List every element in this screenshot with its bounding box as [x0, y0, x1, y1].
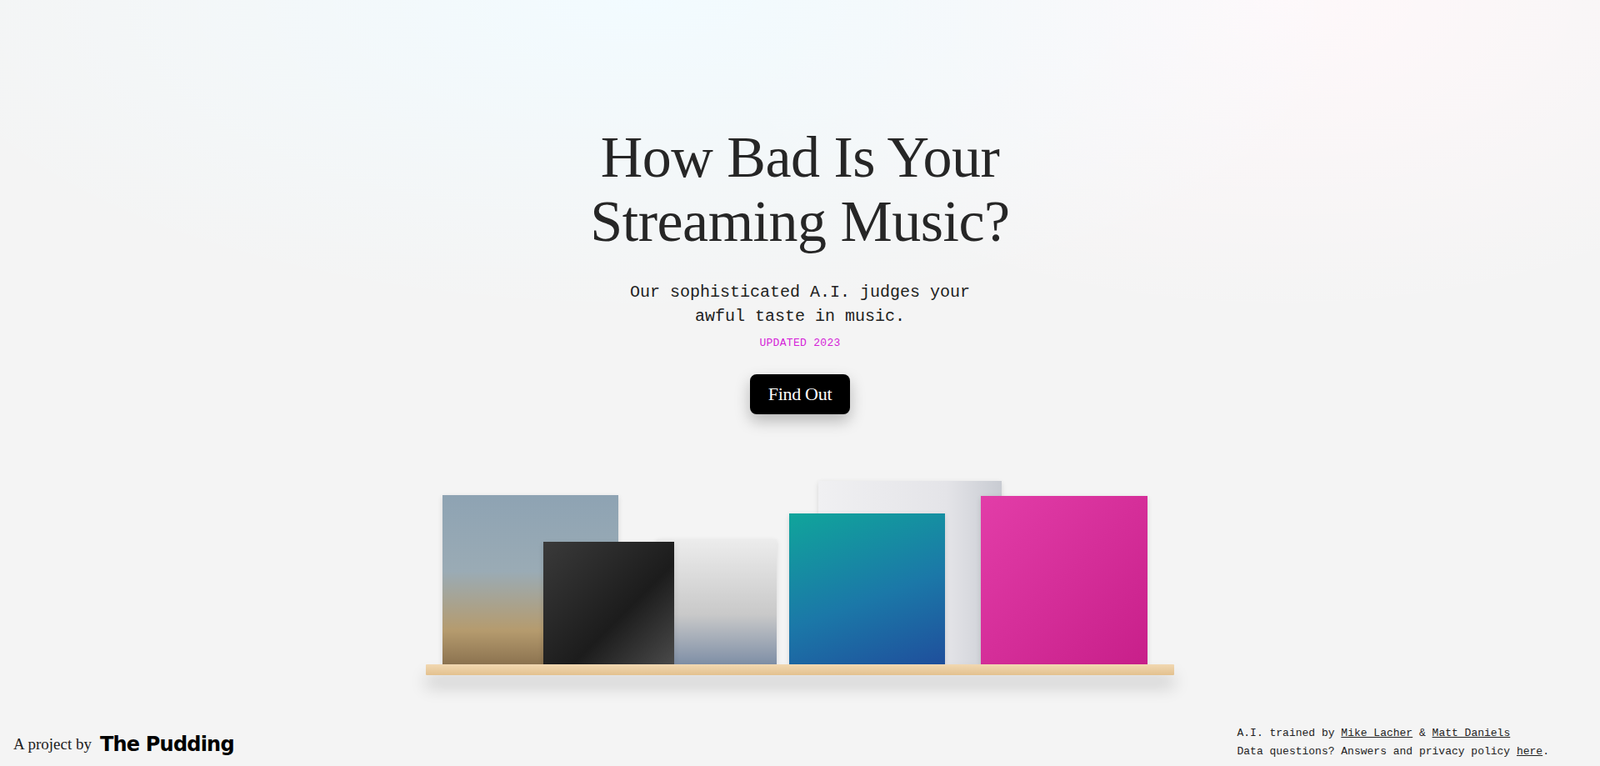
privacy-end: .	[1542, 745, 1550, 758]
album-cover	[980, 495, 1148, 665]
find-out-button[interactable]: Find Out	[750, 374, 850, 415]
page-title: How Bad Is YourStreaming Music?	[590, 125, 1010, 254]
title-line: How Bad Is Your	[590, 125, 1010, 190]
subtitle: Our sophisticated A.I. judges yourawful …	[630, 280, 970, 329]
subtitle-line: awful taste in music.	[630, 304, 970, 329]
title-line: Streaming Music?	[590, 189, 1010, 254]
privacy-line: Data questions? Answers and privacy poli…	[1237, 742, 1550, 761]
album-cover	[543, 541, 675, 665]
privacy-text: Data questions? Answers and privacy poli…	[1237, 745, 1511, 758]
updated-badge: UPDATED 2023	[759, 336, 840, 350]
credits-joiner: &	[1419, 726, 1426, 740]
author-link[interactable]: Mike Lacher	[1340, 726, 1413, 740]
shelf-plank	[425, 664, 1175, 675]
project-credit: A project by The Pudding	[13, 732, 235, 761]
subtitle-line: Our sophisticated A.I. judges your	[630, 280, 970, 305]
credits-prefix: A.I. trained by	[1237, 726, 1335, 740]
album-cover	[656, 539, 777, 665]
album-cover	[789, 513, 945, 665]
author-link[interactable]: Matt Daniels	[1432, 726, 1511, 740]
credits: A.I. trained by Mike Lacher & Matt Danie…	[1237, 724, 1588, 761]
footer: A project by The Pudding A.I. trained by M…	[0, 724, 1600, 766]
pudding-logo[interactable]: The Pudding	[100, 732, 235, 756]
album-shelf	[425, 480, 1175, 681]
project-label: A project by	[13, 735, 92, 754]
privacy-link[interactable]: here	[1516, 745, 1543, 758]
credits-line: A.I. trained by Mike Lacher & Matt Danie…	[1237, 724, 1550, 743]
hero: How Bad Is YourStreaming Music? Our sophi…	[425, 0, 1175, 681]
